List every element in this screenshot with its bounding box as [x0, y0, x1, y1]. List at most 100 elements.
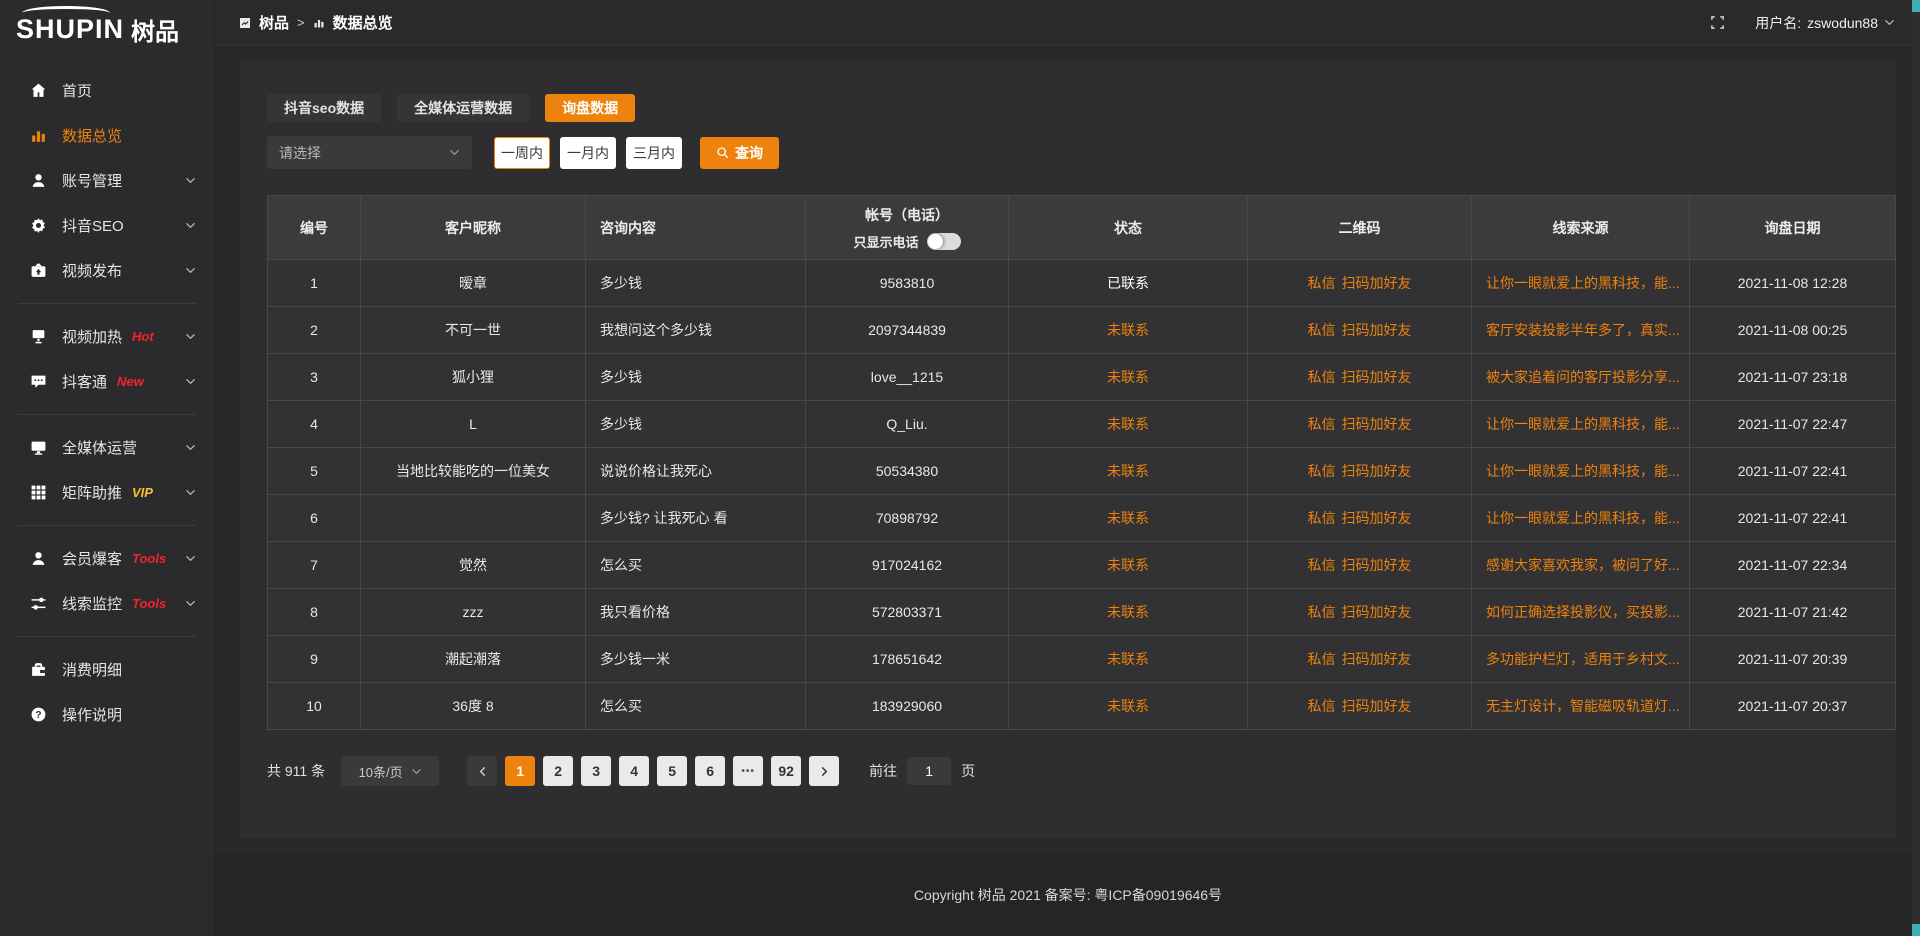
source-link[interactable]: 被大家追着问的客厅投影分享...	[1486, 369, 1680, 385]
source-link[interactable]: 让你一眼就爱上的黑科技，能...	[1486, 416, 1680, 432]
qr-action-link[interactable]: 私信	[1308, 698, 1336, 714]
scrollbar-thumb-top[interactable]	[1912, 0, 1920, 12]
qr-action-link[interactable]: 扫码加好友	[1342, 275, 1412, 291]
breadcrumb-current[interactable]: 数据总览	[333, 12, 393, 33]
video-publish-icon	[30, 262, 47, 279]
sidebar-item-douketong[interactable]: 抖客通New	[0, 359, 214, 404]
table-row: 2不可一世我想问这个多少钱2097344839未联系私信扫码加好友客厅安装投影半…	[268, 307, 1896, 354]
sidebar-item-video-publish[interactable]: 视频发布	[0, 248, 214, 293]
scrollbar-thumb-bottom[interactable]	[1912, 924, 1920, 936]
column-content: 咨询内容	[586, 196, 806, 260]
cell-content: 多少钱	[586, 260, 806, 307]
column-source: 线索来源	[1472, 196, 1690, 260]
topbar-right: 用户名: zswodun88	[1710, 13, 1895, 33]
page-button-1[interactable]: 1	[505, 756, 535, 786]
period-button-1[interactable]: 一月内	[560, 137, 616, 169]
source-link[interactable]: 客厅安装投影半年多了，真实...	[1486, 322, 1680, 338]
page-button-3[interactable]: 3	[581, 756, 611, 786]
cell-source: 让你一眼就爱上的黑科技，能...	[1472, 260, 1690, 307]
page-button-2[interactable]: 2	[543, 756, 573, 786]
qr-action-link[interactable]: 扫码加好友	[1342, 510, 1412, 526]
tab-inquiry-data[interactable]: 询盘数据	[545, 94, 635, 122]
page-scrollbar[interactable]	[1912, 0, 1920, 936]
next-page-button[interactable]	[809, 756, 839, 786]
ellipsis-pages-button[interactable]: •••	[733, 756, 763, 786]
tab-omnimedia-operation-data[interactable]: 全媒体运营数据	[397, 94, 529, 122]
cell-id: 10	[268, 683, 361, 730]
sidebar-item-account-management[interactable]: 账号管理	[0, 158, 214, 203]
source-link[interactable]: 让你一眼就爱上的黑科技，能...	[1486, 275, 1680, 291]
menu-badge: Tools	[132, 551, 166, 566]
page-button-6[interactable]: 6	[695, 756, 725, 786]
username-value: zswodun88	[1807, 15, 1878, 31]
column-account: 帐号（电话） 只显示电话	[806, 196, 1009, 260]
qr-action-link[interactable]: 私信	[1308, 557, 1336, 573]
fullscreen-icon[interactable]	[1710, 15, 1725, 30]
qr-action-link[interactable]: 扫码加好友	[1342, 463, 1412, 479]
data-tabs: 抖音seo数据全媒体运营数据询盘数据	[267, 94, 1896, 122]
source-link[interactable]: 让你一眼就爱上的黑科技，能...	[1486, 510, 1680, 526]
cell-status: 未联系	[1009, 683, 1248, 730]
qr-action-link[interactable]: 私信	[1308, 369, 1336, 385]
qr-action-link[interactable]: 私信	[1308, 510, 1336, 526]
page-button-5[interactable]: 5	[657, 756, 687, 786]
sidebar-item-consumption-detail[interactable]: 消费明细	[0, 647, 214, 692]
source-link[interactable]: 让你一眼就爱上的黑科技，能...	[1486, 463, 1680, 479]
qr-action-link[interactable]: 扫码加好友	[1342, 322, 1412, 338]
qr-action-link[interactable]: 扫码加好友	[1342, 416, 1412, 432]
page-button-92[interactable]: 92	[771, 756, 801, 786]
page-button-4[interactable]: 4	[619, 756, 649, 786]
search-button[interactable]: 查询	[700, 137, 779, 169]
sidebar-item-matrix-boost[interactable]: 矩阵助推VIP	[0, 470, 214, 515]
page-size-value: 10条/页	[359, 762, 403, 781]
sidebar-item-data-overview[interactable]: 数据总览	[0, 113, 214, 158]
sidebar-item-label: 数据总览	[62, 125, 122, 146]
qr-action-link[interactable]: 私信	[1308, 651, 1336, 667]
source-link[interactable]: 如何正确选择投影仪，买投影...	[1486, 604, 1680, 620]
inquiry-table: 编号 客户昵称 咨询内容 帐号（电话） 只显示电话 状态 二维码 线索来源	[267, 195, 1896, 730]
qr-action-link[interactable]: 扫码加好友	[1342, 604, 1412, 620]
sidebar-item-home[interactable]: 首页	[0, 68, 214, 113]
cell-status: 未联系	[1009, 401, 1248, 448]
sidebar-item-video-heating[interactable]: 视频加热Hot	[0, 314, 214, 359]
goto-page-input[interactable]	[907, 757, 951, 785]
sidebar-item-operation-guide[interactable]: ?操作说明	[0, 692, 214, 737]
tab-douyin-seo-data[interactable]: 抖音seo数据	[267, 94, 381, 122]
period-button-2[interactable]: 三月内	[626, 137, 682, 169]
qr-action-link[interactable]: 私信	[1308, 416, 1336, 432]
source-link[interactable]: 感谢大家喜欢我家，被问了好...	[1486, 557, 1680, 573]
sidebar-item-omni-media-operation[interactable]: 全媒体运营	[0, 425, 214, 470]
sidebar-item-member-baoke[interactable]: 会员爆客Tools	[0, 536, 214, 581]
logo: SHUPIN 树品	[0, 0, 214, 58]
cell-status: 未联系	[1009, 636, 1248, 683]
qr-action-link[interactable]: 私信	[1308, 322, 1336, 338]
prev-page-button[interactable]	[467, 756, 497, 786]
qr-action-link[interactable]: 扫码加好友	[1342, 651, 1412, 667]
cell-qrcode: 私信扫码加好友	[1248, 542, 1472, 589]
lamp-icon	[30, 328, 47, 345]
cell-nickname: 36度 8	[361, 683, 586, 730]
cell-account: 572803371	[806, 589, 1009, 636]
phone-only-toggle[interactable]	[927, 233, 961, 250]
qr-action-link[interactable]: 私信	[1308, 275, 1336, 291]
cell-qrcode: 私信扫码加好友	[1248, 589, 1472, 636]
sidebar-item-clue-monitor[interactable]: 线索监控Tools	[0, 581, 214, 626]
qr-action-link[interactable]: 私信	[1308, 463, 1336, 479]
sidebar-item-douyin-seo[interactable]: 抖音SEO	[0, 203, 214, 248]
qr-action-link[interactable]: 私信	[1308, 604, 1336, 620]
cell-qrcode: 私信扫码加好友	[1248, 495, 1472, 542]
user-menu[interactable]: 用户名: zswodun88	[1755, 13, 1895, 33]
column-id: 编号	[268, 196, 361, 260]
column-qrcode: 二维码	[1248, 196, 1472, 260]
qr-action-link[interactable]: 扫码加好友	[1342, 557, 1412, 573]
source-link[interactable]: 无主灯设计，智能磁吸轨道灯...	[1486, 698, 1680, 714]
qr-action-link[interactable]: 扫码加好友	[1342, 369, 1412, 385]
breadcrumb-root[interactable]: 树品	[259, 12, 289, 33]
filter-select[interactable]: 请选择	[267, 136, 472, 169]
period-buttons: 一周内一月内三月内	[494, 137, 682, 169]
cell-nickname: 不可一世	[361, 307, 586, 354]
qr-action-link[interactable]: 扫码加好友	[1342, 698, 1412, 714]
period-button-0[interactable]: 一周内	[494, 137, 550, 169]
source-link[interactable]: 多功能护栏灯，适用于乡村文...	[1486, 651, 1680, 667]
page-size-select[interactable]: 10条/页	[341, 756, 439, 786]
